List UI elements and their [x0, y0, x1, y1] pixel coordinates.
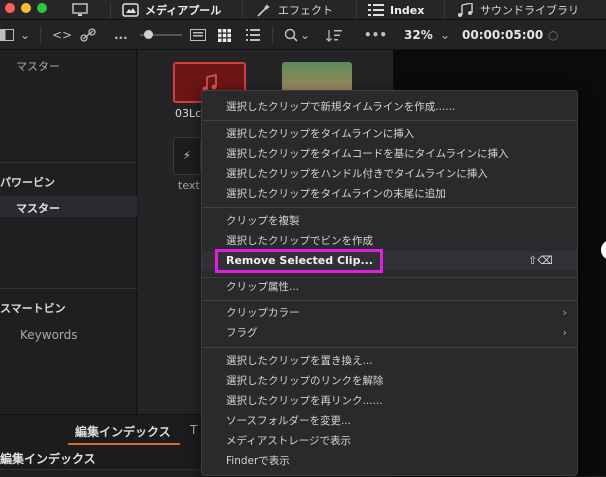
menu-item-change-source-folder[interactable]: ソースフォルダーを変更...	[202, 411, 577, 431]
menu-item-remove-clip[interactable]: Remove Selected Clip... ⇧⌫	[202, 249, 577, 273]
power-bin-master-label: マスター	[16, 202, 60, 215]
top-toolbar: メディアプール エフェクト Index サウンドライブラリ	[0, 0, 606, 20]
toolbar-divider	[110, 2, 111, 18]
active-tab-indicator	[68, 443, 180, 445]
more-path-label[interactable]: ...	[114, 20, 128, 50]
menu-item-insert-by-timecode[interactable]: 選択したクリップをタイムコードを基にタイムラインに挿入	[202, 144, 577, 164]
toolbar-divider	[356, 2, 357, 18]
effects-button[interactable]: エフェクト	[256, 0, 333, 20]
back-forward-icon[interactable]: <>	[52, 20, 72, 50]
link-icon[interactable]	[80, 20, 96, 50]
menu-item-clip-attributes[interactable]: クリップ属性...	[202, 277, 577, 297]
search-icon[interactable]	[284, 20, 298, 50]
music-note-icon	[458, 3, 473, 17]
menu-item-flag[interactable]: フラグ ›	[202, 323, 577, 343]
chevron-down-icon[interactable]: ⌄	[20, 20, 30, 50]
menu-item-append-timeline[interactable]: 選択したクリップをタイムラインの末尾に追加	[202, 184, 577, 204]
remove-clip-label: Remove Selected Clip...	[226, 254, 373, 267]
panel-toggle-button[interactable]	[0, 20, 14, 50]
media-pool-icon	[122, 3, 139, 17]
power-bin-master-row[interactable]: マスター	[0, 196, 137, 217]
menu-item-insert-with-handles[interactable]: 選択したクリップをハンドル付きでタイムラインに挿入	[202, 164, 577, 184]
menu-item-clip-color[interactable]: クリップカラー ›	[202, 303, 577, 323]
chevron-down-icon[interactable]: ⌄	[300, 20, 310, 50]
media-pool-button[interactable]: メディアプール	[122, 0, 221, 20]
zoom-level[interactable]: 32%	[404, 20, 433, 50]
clip-name: text	[178, 179, 200, 192]
chevron-down-icon[interactable]: ⌄	[440, 20, 450, 50]
monitor-button[interactable]	[72, 0, 88, 20]
chevron-right-icon: ›	[562, 306, 567, 319]
more-options-icon[interactable]: •••	[364, 20, 387, 50]
menu-item-insert-timeline[interactable]: 選択したクリップをタイムラインに挿入	[202, 124, 577, 144]
viewer-overlay-shape	[601, 240, 606, 260]
clip-name: 03Lc	[175, 107, 202, 120]
remove-shortcut: ⇧⌫	[528, 254, 553, 267]
divider	[0, 162, 137, 163]
panel-title: 編集インデックス	[0, 452, 96, 466]
menu-divider	[202, 207, 577, 208]
menu-divider	[202, 347, 577, 348]
index-button[interactable]: Index	[368, 0, 424, 20]
tab-edit-index[interactable]: 編集インデックス	[75, 423, 171, 440]
toolbar-divider	[272, 27, 273, 43]
smart-bin-keywords[interactable]: Keywords	[20, 328, 78, 342]
text-generator-icon: ⚡	[183, 149, 191, 162]
menu-item-new-timeline[interactable]: 選択したクリップで新規タイムラインを作成......	[202, 97, 577, 117]
effects-label: エフェクト	[278, 4, 333, 17]
media-pool-toolbar: ⌄ <> ... ⌄ ••• 32% ⌄ 00:00:05:00 ○	[0, 20, 606, 50]
clip-thumbnail-text[interactable]: ⚡	[173, 137, 201, 175]
clip-context-menu: 選択したクリップで新規タイムラインを作成...... 選択したクリップをタイムラ…	[201, 90, 578, 476]
bin-list-panel: マスター パワービン マスター スマートビン Keywords	[0, 50, 137, 414]
sort-icon[interactable]	[326, 20, 342, 50]
sound-library-button[interactable]: サウンドライブラリ	[456, 0, 579, 20]
menu-item-create-bin[interactable]: 選択したクリップでビンを作成	[202, 231, 577, 251]
menu-item-relink-clip[interactable]: 選択したクリップを再リンク......	[202, 391, 577, 411]
menu-item-show-in-finder[interactable]: Finderで表示	[202, 451, 577, 471]
metadata-view-icon[interactable]	[190, 20, 206, 50]
clip-color-label: クリップカラー	[226, 307, 300, 319]
menu-item-replace-clip[interactable]: 選択したクリップを置き換え...	[202, 351, 577, 371]
menu-item-unlink-clip[interactable]: 選択したクリップのリンクを解除	[202, 371, 577, 391]
slider-handle[interactable]	[144, 30, 153, 39]
toolbar-divider	[242, 2, 243, 18]
monitor-icon	[72, 3, 88, 16]
maximize-window-icon[interactable]	[37, 3, 47, 13]
toolbar-divider	[444, 2, 445, 18]
close-window-icon[interactable]	[5, 3, 15, 13]
list-view-icon[interactable]	[246, 20, 260, 50]
index-label: Index	[390, 3, 425, 17]
link-glyph-icon	[80, 28, 96, 42]
toolbar-divider	[40, 27, 41, 43]
menu-divider	[202, 300, 577, 301]
status-dot-icon: ○	[548, 28, 559, 42]
timecode-display[interactable]: 00:00:05:00	[462, 20, 543, 50]
sound-library-label: サウンドライブラリ	[480, 4, 579, 17]
divider	[0, 288, 137, 289]
master-bin-header[interactable]: マスター	[16, 58, 60, 74]
menu-divider	[202, 120, 577, 121]
tab-t[interactable]: T	[190, 423, 197, 437]
menu-item-duplicate-clip[interactable]: クリップを複製	[202, 211, 577, 231]
flag-label: フラグ	[226, 327, 258, 339]
chevron-right-icon: ›	[562, 326, 567, 339]
smart-bins-header: スマートビン	[0, 302, 66, 315]
media-pool-label: メディアプール	[145, 4, 222, 17]
panel-toggle-icon	[0, 29, 14, 41]
power-bins-header: パワービン	[0, 176, 55, 189]
wand-icon	[257, 4, 270, 17]
list-icon	[368, 4, 384, 16]
grid-view-icon[interactable]	[218, 20, 231, 50]
minimize-window-icon[interactable]	[21, 3, 31, 13]
menu-item-show-in-media-storage[interactable]: メディアストレージで表示	[202, 431, 577, 451]
